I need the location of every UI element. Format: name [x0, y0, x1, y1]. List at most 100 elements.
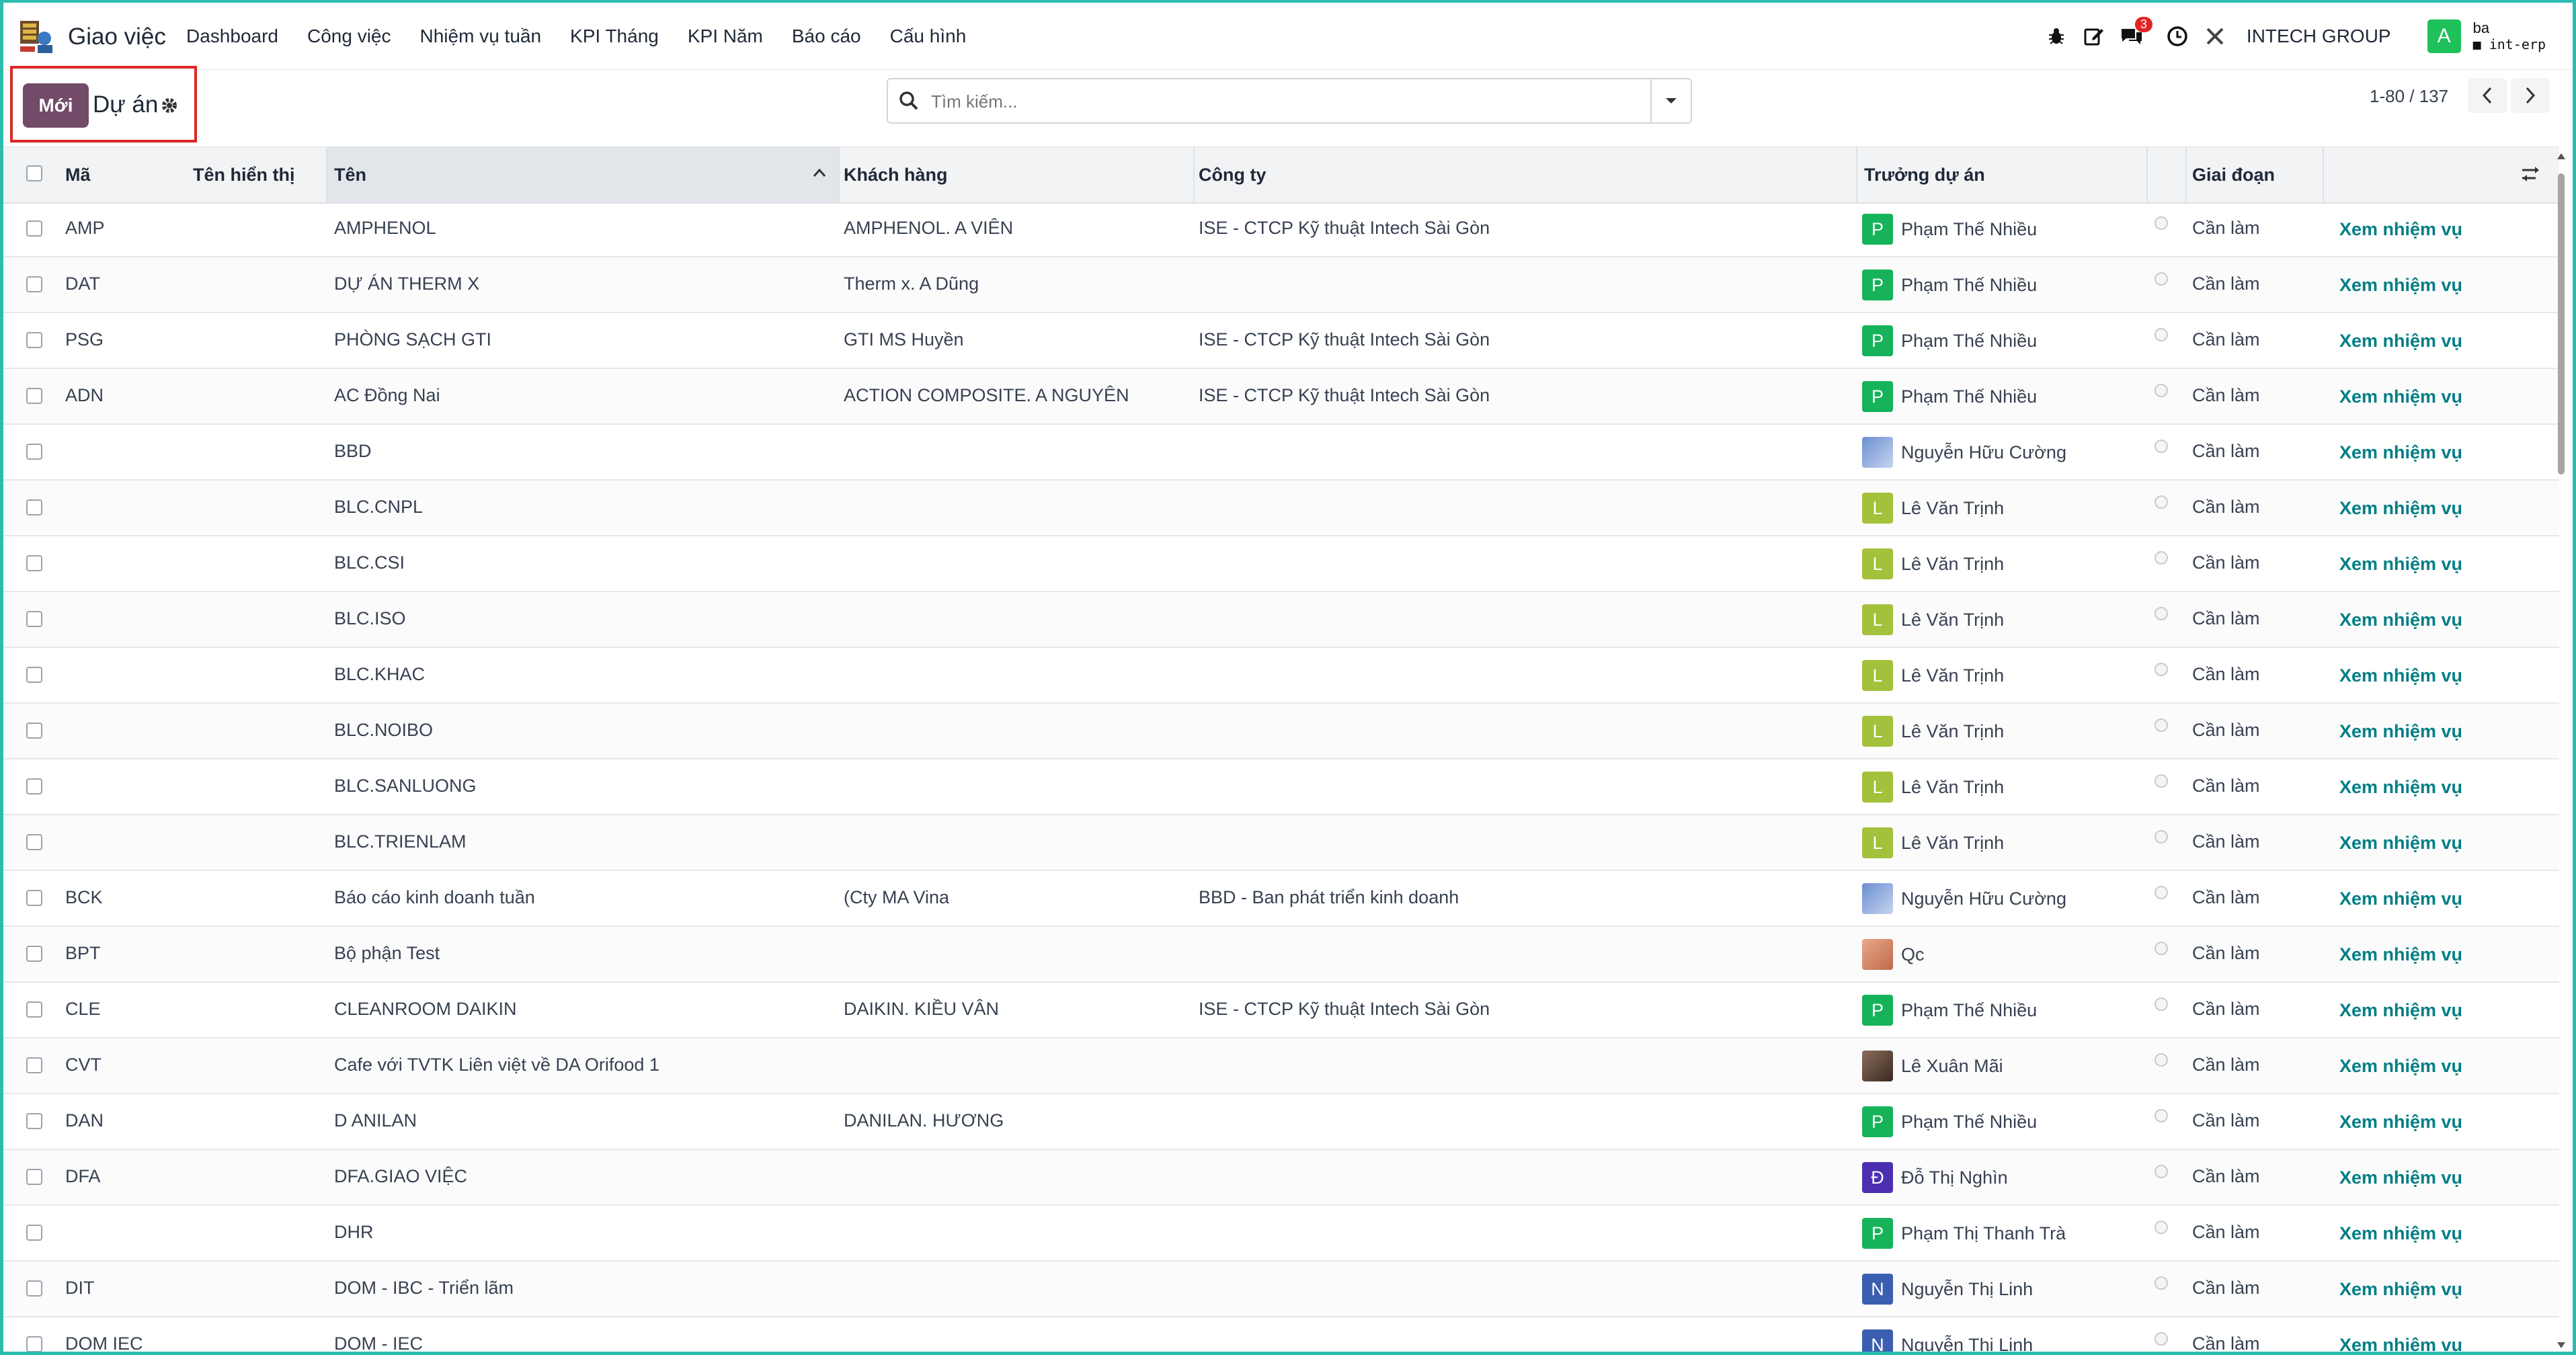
row-checkbox[interactable] [26, 499, 42, 516]
status-dot[interactable] [2155, 886, 2168, 899]
cell-manager[interactable]: Lê Xuân Mãi [1862, 1051, 2003, 1081]
row-checkbox[interactable] [26, 388, 42, 404]
view-tasks-link[interactable]: Xem nhiệm vụ [2339, 219, 2462, 240]
row-checkbox[interactable] [26, 1001, 42, 1018]
status-dot[interactable] [2155, 1276, 2168, 1290]
status-dot[interactable] [2155, 942, 2168, 955]
cell-manager[interactable]: P Phạm Thế Nhiều [1862, 381, 2037, 412]
table-row[interactable]: BLC.CSI L Lê Văn Trịnh Cần làm Xem nhiệm vụ [3, 536, 2559, 592]
table-row[interactable]: BLC.TRIENLAM L Lê Văn Trịnh Cần làm Xem nhiệ… [3, 815, 2559, 871]
select-all-checkbox[interactable] [26, 165, 42, 181]
app-name[interactable]: Giao việc [68, 24, 166, 50]
table-row[interactable]: CVT Cafe với TVTK Liên việt về DA Orifood… [3, 1038, 2559, 1094]
status-dot[interactable] [2155, 1165, 2168, 1178]
column-code[interactable]: Mã [65, 165, 91, 186]
column-name[interactable]: Tên [334, 165, 366, 186]
row-checkbox[interactable] [26, 1169, 42, 1185]
status-dot[interactable] [2155, 328, 2168, 341]
column-company[interactable]: Công ty [1199, 165, 1266, 186]
status-dot[interactable] [2155, 495, 2168, 509]
menu-reports[interactable]: Báo cáo [792, 26, 861, 47]
edit-icon[interactable] [2083, 25, 2105, 48]
table-row[interactable]: DIT DOM - IBC - Triển lãm N Nguyễn Thị Linh… [3, 1262, 2559, 1317]
cell-manager[interactable]: P Phạm Thế Nhiều [1862, 325, 2037, 356]
table-row[interactable]: ADN AC Đồng Nai ACTION COMPOSITE. A NGUYÊN… [3, 369, 2559, 425]
view-tasks-link[interactable]: Xem nhiệm vụ [2339, 944, 2462, 965]
menu-kpi-year[interactable]: KPI Năm [688, 26, 763, 47]
table-row[interactable]: BLC.KHAC L Lê Văn Trịnh Cần làm Xem nhiệm vụ [3, 648, 2559, 704]
menu-tasks[interactable]: Công việc [307, 26, 391, 47]
cell-manager[interactable]: Qc [1862, 939, 1925, 970]
table-row[interactable]: BLC.ISO L Lê Văn Trịnh Cần làm Xem nhiệm vụ [3, 592, 2559, 648]
sort-ascending-icon[interactable] [812, 167, 827, 178]
view-tasks-link[interactable]: Xem nhiệm vụ [2339, 721, 2462, 742]
table-row[interactable]: PSG PHÒNG SẠCH GTI GTI MS Huyền ISE - CTCP … [3, 313, 2559, 369]
table-row[interactable]: CLE CLEANROOM DAIKIN DAIKIN. KIỀU VÂN ISE -… [3, 983, 2559, 1038]
status-dot[interactable] [2155, 1053, 2168, 1067]
view-tasks-link[interactable]: Xem nhiệm vụ [2339, 833, 2462, 854]
row-checkbox[interactable] [26, 276, 42, 292]
cell-manager[interactable]: P Phạm Thế Nhiều [1862, 214, 2037, 245]
cell-manager[interactable]: L Lê Văn Trịnh [1862, 772, 2004, 803]
menu-kpi-month[interactable]: KPI Tháng [570, 26, 659, 47]
status-dot[interactable] [2155, 384, 2168, 397]
table-row[interactable]: BLC.CNPL L Lê Văn Trịnh Cần làm Xem nhiệm vụ [3, 481, 2559, 536]
status-dot[interactable] [2155, 272, 2168, 286]
row-checkbox[interactable] [26, 890, 42, 906]
status-dot[interactable] [2155, 718, 2168, 732]
menu-dashboard[interactable]: Dashboard [186, 26, 278, 47]
view-tasks-link[interactable]: Xem nhiệm vụ [2339, 610, 2462, 630]
view-tasks-link[interactable]: Xem nhiệm vụ [2339, 1056, 2462, 1077]
new-button[interactable]: Mới [23, 83, 89, 128]
table-row[interactable]: DAN D ANILAN DANILAN. HƯƠNG P Phạm Thế Nhiều… [3, 1094, 2559, 1150]
view-tasks-link[interactable]: Xem nhiệm vụ [2339, 1335, 2462, 1352]
row-checkbox[interactable] [26, 220, 42, 237]
column-manager[interactable]: Trưởng dự án [1864, 165, 1985, 186]
status-dot[interactable] [2155, 216, 2168, 230]
cell-manager[interactable]: N Nguyễn Thị Linh [1862, 1329, 2033, 1352]
row-checkbox[interactable] [26, 1113, 42, 1129]
cell-manager[interactable]: L Lê Văn Trịnh [1862, 548, 2004, 579]
table-row[interactable]: DHR P Phạm Thị Thanh Trà Cần làm Xem nhiệm v… [3, 1206, 2559, 1262]
row-checkbox[interactable] [26, 667, 42, 683]
pager-next-button[interactable] [2511, 78, 2550, 113]
view-tasks-link[interactable]: Xem nhiệm vụ [2339, 889, 2462, 909]
view-tasks-link[interactable]: Xem nhiệm vụ [2339, 498, 2462, 519]
row-checkbox[interactable] [26, 332, 42, 348]
user-menu[interactable]: ba ■ int-erp [2473, 20, 2546, 53]
row-checkbox[interactable] [26, 611, 42, 627]
cell-manager[interactable]: Nguyễn Hữu Cường [1862, 883, 2066, 914]
view-tasks-link[interactable]: Xem nhiệm vụ [2339, 1000, 2462, 1021]
status-dot[interactable] [2155, 663, 2168, 676]
scrollbar[interactable] [2554, 149, 2569, 1352]
view-tasks-link[interactable]: Xem nhiệm vụ [2339, 331, 2462, 352]
cell-manager[interactable]: P Phạm Thị Thanh Trà [1862, 1218, 2066, 1249]
row-checkbox[interactable] [26, 834, 42, 850]
row-checkbox[interactable] [26, 723, 42, 739]
status-dot[interactable] [2155, 607, 2168, 620]
status-dot[interactable] [2155, 830, 2168, 844]
cell-manager[interactable]: P Phạm Thế Nhiều [1862, 1106, 2037, 1137]
view-tasks-link[interactable]: Xem nhiệm vụ [2339, 777, 2462, 798]
table-row[interactable]: DFA DFA.GIAO VIỆC Đ Đỗ Thị Nghìn Cần làm Xem … [3, 1150, 2559, 1206]
pager-previous-button[interactable] [2468, 78, 2507, 113]
cell-manager[interactable]: L Lê Văn Trịnh [1862, 604, 2004, 635]
status-dot[interactable] [2155, 774, 2168, 788]
cell-manager[interactable]: L Lê Văn Trịnh [1862, 493, 2004, 524]
row-checkbox[interactable] [26, 555, 42, 571]
company-switcher[interactable]: INTECH GROUP [2247, 26, 2391, 47]
view-tasks-link[interactable]: Xem nhiệm vụ [2339, 665, 2462, 686]
view-tasks-link[interactable]: Xem nhiệm vụ [2339, 1112, 2462, 1133]
table-row[interactable]: DOM IEC DOM - IEC N Nguyễn Thị Linh Cần làm X… [3, 1317, 2559, 1352]
cell-manager[interactable]: N Nguyễn Thị Linh [1862, 1274, 2033, 1305]
view-tasks-link[interactable]: Xem nhiệm vụ [2339, 386, 2462, 407]
view-tasks-link[interactable]: Xem nhiệm vụ [2339, 1223, 2462, 1244]
cell-manager[interactable]: L Lê Văn Trịnh [1862, 716, 2004, 747]
menu-configuration[interactable]: Cấu hình [890, 26, 967, 47]
bug-icon[interactable] [2045, 25, 2068, 48]
search-input[interactable] [930, 86, 1605, 117]
app-logo-icon[interactable] [19, 18, 55, 54]
row-checkbox[interactable] [26, 1225, 42, 1241]
search-options-toggle[interactable] [1650, 79, 1691, 122]
view-tasks-link[interactable]: Xem nhiệm vụ [2339, 1279, 2462, 1300]
